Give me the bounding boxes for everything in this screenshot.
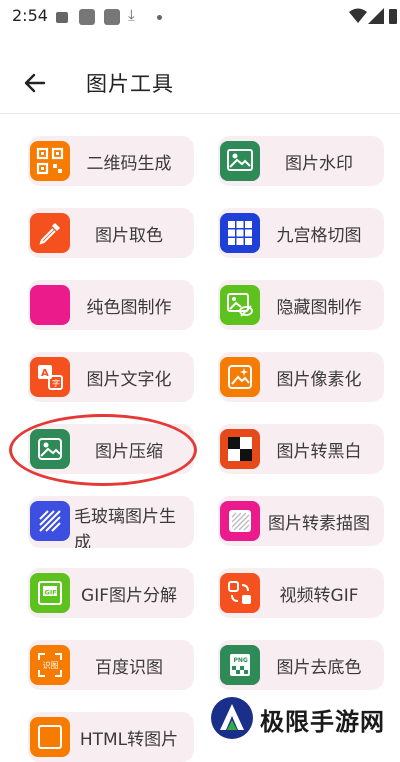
signal-icon <box>368 8 384 24</box>
tool-label: 图片转素描图 <box>268 514 370 534</box>
tool-card-frosted-glass[interactable]: 毛玻璃图片生成 <box>28 496 194 548</box>
tool-label: 二维码生成 <box>86 154 172 174</box>
tool-card-html-to-image[interactable]: HTML转图片 <box>28 712 194 762</box>
tool-label: 九宫格切图 <box>276 226 362 246</box>
tool-label: 毛玻璃图片生成 <box>74 507 176 548</box>
back-button[interactable] <box>14 62 56 104</box>
image-notification-icon <box>56 12 68 23</box>
grid-icon <box>220 213 260 253</box>
app-notification-icon <box>79 9 95 25</box>
html-icon <box>30 717 70 757</box>
image-watermark-icon <box>220 141 260 181</box>
watermark-text: 极限手游网 <box>260 708 385 736</box>
tool-card-sketch[interactable]: 图片转素描图 <box>218 496 384 546</box>
tool-label: 百度识图 <box>95 658 163 678</box>
tool-label: 图片文字化 <box>86 370 172 390</box>
compress-icon <box>30 429 70 469</box>
eyedropper-icon <box>30 213 70 253</box>
tool-label: 隐藏图制作 <box>276 298 362 318</box>
svg-text:PNG: PNG <box>234 657 248 664</box>
tool-card-gif-split[interactable]: GIF GIF图片分解 <box>28 568 194 618</box>
app-bar: 图片工具 <box>0 46 400 116</box>
svg-text:字: 字 <box>52 378 60 388</box>
tool-card-video-to-gif[interactable]: 视频转GIF <box>218 568 384 618</box>
tool-card-hidden-image[interactable]: 隐藏图制作 <box>218 280 384 330</box>
tool-card-compress[interactable]: 图片压缩 <box>28 424 194 474</box>
svg-text:A: A <box>41 368 49 379</box>
tool-label: HTML转图片 <box>79 730 179 750</box>
tool-label: GIF图片分解 <box>81 586 177 606</box>
frosted-glass-icon <box>30 501 70 541</box>
video-to-gif-icon <box>220 573 260 613</box>
hidden-image-icon <box>220 285 260 325</box>
sketch-icon <box>220 501 260 541</box>
site-logo-icon <box>211 697 253 739</box>
svg-text:识图: 识图 <box>43 661 59 670</box>
black-white-icon <box>220 429 260 469</box>
tool-label: 图片水印 <box>285 154 353 174</box>
header-divider <box>0 113 400 114</box>
tool-label: 视频转GIF <box>279 586 359 606</box>
app-notification-icon <box>104 9 120 25</box>
tool-card-black-white[interactable]: 图片转黑白 <box>218 424 384 474</box>
tool-label: 图片转黑白 <box>276 442 362 462</box>
tool-label: 图片压缩 <box>95 442 163 462</box>
solid-color-icon <box>30 285 70 325</box>
pixelate-icon <box>220 357 260 397</box>
tool-card-grid-cut[interactable]: 九宫格切图 <box>218 208 384 258</box>
qr-code-icon <box>30 141 70 181</box>
status-time: 2:54 <box>12 6 48 25</box>
png-background-icon: PNG <box>220 645 260 685</box>
tool-card-baidu-recognize[interactable]: 识图 百度识图 <box>28 640 194 690</box>
svg-text:GIF: GIF <box>45 589 57 597</box>
download-icon: ⤓ <box>128 6 135 24</box>
status-bar: 2:54 ⤓ <box>0 0 400 32</box>
wifi-icon <box>349 8 367 23</box>
tool-card-qr-code[interactable]: 二维码生成 <box>28 136 194 186</box>
tool-card-remove-background[interactable]: PNG 图片去底色 <box>218 640 384 690</box>
recognize-icon: 识图 <box>30 645 70 685</box>
battery-icon <box>389 9 397 24</box>
tool-label: 纯色图制作 <box>86 298 172 318</box>
page-title: 图片工具 <box>86 72 174 96</box>
tool-label: 图片取色 <box>95 226 163 246</box>
gif-icon: GIF <box>30 573 70 613</box>
tool-label: 图片去底色 <box>276 658 362 678</box>
more-notifications-icon <box>157 15 162 20</box>
tool-card-image-watermark[interactable]: 图片水印 <box>218 136 384 186</box>
text-image-icon: A 字 <box>30 357 70 397</box>
tool-card-pixelate[interactable]: 图片像素化 <box>218 352 384 402</box>
tool-card-solid-color[interactable]: 纯色图制作 <box>28 280 194 330</box>
tool-card-color-picker[interactable]: 图片取色 <box>28 208 194 258</box>
site-watermark: 极限手游网 <box>208 694 398 742</box>
tool-label: 图片像素化 <box>276 370 362 390</box>
arrow-left-icon <box>24 73 46 93</box>
tool-card-text-image[interactable]: A 字 图片文字化 <box>28 352 194 402</box>
